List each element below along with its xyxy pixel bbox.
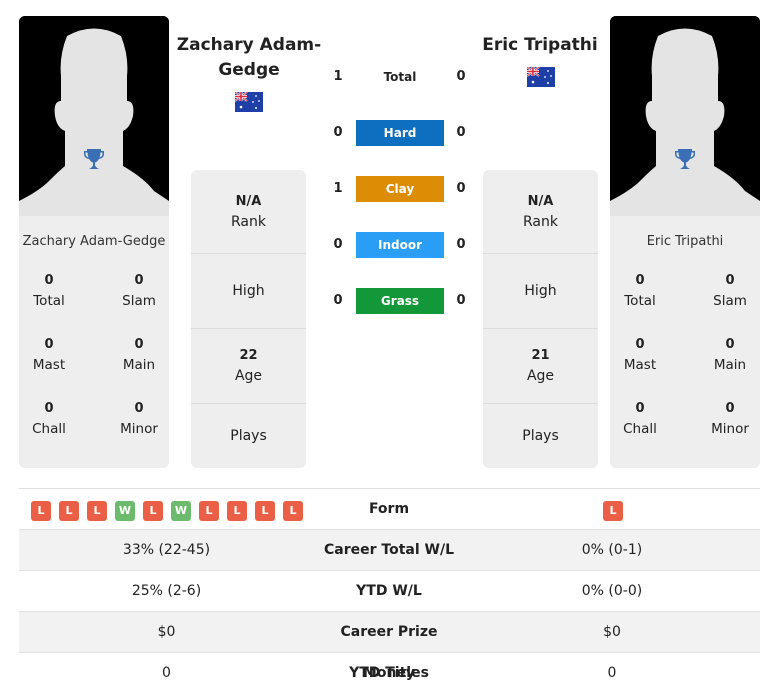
stats-row: $0 Career Prize Money $0 — [19, 612, 760, 681]
titles-chall: 0 Chall — [623, 401, 657, 437]
player2-card: Eric Tripathi 0 Total 0 Slam 0 Mast 0 Main 0… — [610, 16, 760, 468]
stats-table: LLLWLWLLLL Form L 33% (22-45) Career Tot… — [19, 488, 760, 694]
surface-hard-button[interactable]: Hard — [356, 120, 444, 146]
form-loss-badge[interactable]: L — [603, 501, 623, 521]
player1-photo[interactable] — [19, 16, 169, 216]
form-win-badge[interactable]: W — [171, 501, 191, 521]
titles-total: 0 Total — [624, 273, 656, 309]
player1-card-name: Zachary Adam-Gedge — [22, 234, 166, 249]
h2h-total-row: 1 Total 0 — [330, 64, 470, 90]
player1-high: High — [191, 254, 306, 329]
stats-row: 25% (2-6) YTD W/L 0% (0-0) — [19, 571, 760, 612]
player2-name[interactable]: Eric Tripathi — [470, 33, 610, 58]
player1-form: LLLWLWLLLL — [31, 501, 303, 521]
titles-mast: 0 Mast — [623, 337, 657, 373]
australia-flag-icon — [235, 92, 263, 112]
h2h-hard-row: 0 Hard 0 — [330, 120, 470, 146]
form-loss-badge[interactable]: L — [87, 501, 107, 521]
h2h-indoor-row: 0 Indoor 0 — [330, 232, 470, 258]
titles-minor: 0 Minor — [120, 401, 158, 437]
titles-total: 0 Total — [33, 273, 65, 309]
player2-high: High — [483, 254, 598, 329]
player2-plays: Plays — [522, 428, 559, 444]
player2-rank: N/A Rank — [483, 170, 598, 254]
player2-photo[interactable] — [610, 16, 760, 216]
player2-age: 21 Age — [483, 329, 598, 404]
player2-form: L — [603, 501, 623, 521]
player1-name[interactable]: Zachary Adam- Gedge — [176, 33, 322, 83]
h2h-clay-row: 1 Clay 0 — [330, 176, 470, 202]
australia-flag-icon — [527, 67, 555, 87]
form-loss-badge[interactable]: L — [31, 501, 51, 521]
titles-mast: 0 Mast — [32, 337, 66, 373]
titles-main: 0 Main — [713, 337, 747, 373]
player-silhouette-icon — [610, 16, 760, 216]
h2h-total-label: Total — [383, 70, 417, 84]
titles-slam: 0 Slam — [122, 273, 156, 309]
form-loss-badge[interactable]: L — [199, 501, 219, 521]
form-win-badge[interactable]: W — [115, 501, 135, 521]
surface-clay-button[interactable]: Clay — [356, 176, 444, 202]
player2-card-name: Eric Tripathi — [646, 234, 724, 249]
form-loss-badge[interactable]: L — [143, 501, 163, 521]
form-loss-badge[interactable]: L — [255, 501, 275, 521]
form-loss-badge[interactable]: L — [59, 501, 79, 521]
player1-rank: N/A Rank — [191, 170, 306, 254]
titles-slam: 0 Slam — [713, 273, 747, 309]
form-loss-badge[interactable]: L — [283, 501, 303, 521]
trophy-icon — [84, 149, 104, 169]
h2h-grass-row: 0 Grass 0 — [330, 288, 470, 314]
titles-minor: 0 Minor — [711, 401, 749, 437]
surface-grass-button[interactable]: Grass — [356, 288, 444, 314]
titles-main: 0 Main — [122, 337, 156, 373]
player1-plays: Plays — [230, 428, 267, 444]
trophy-icon — [675, 149, 695, 169]
player1-card: Zachary Adam-Gedge 0 Total 0 Slam 0 Mast 0M… — [19, 16, 169, 468]
surface-indoor-button[interactable]: Indoor — [356, 232, 444, 258]
player1-age: 22 Age — [191, 329, 306, 404]
stats-row: 33% (22-45) Career Total W/L 0% (0-1) — [19, 530, 760, 571]
stats-row-form: LLLWLWLLLL Form L — [19, 489, 760, 530]
stats-row: 0 YTD Titles 0 — [162, 665, 617, 681]
player-silhouette-icon — [19, 16, 169, 216]
titles-chall: 0 Chall — [32, 401, 66, 437]
player2-info: N/A Rank High 21 Age Plays — [483, 170, 598, 468]
form-loss-badge[interactable]: L — [227, 501, 247, 521]
player1-info: N/A Rank High 22 Age Plays — [191, 170, 306, 468]
